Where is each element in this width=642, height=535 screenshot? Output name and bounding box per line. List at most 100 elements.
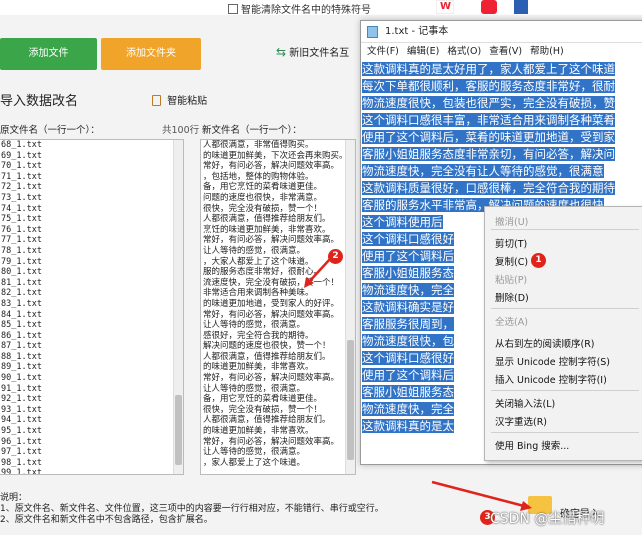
list-item: 的味道更加鲜美，非常喜欢。 [203,426,314,437]
context-menu-item[interactable]: 显示 Unicode 控制字符(S) [495,354,610,368]
top-bar: 智能清除文件名中的特殊符号 W [0,0,642,16]
add-folder-button[interactable]: 添加文件夹 [101,38,201,70]
list-item: 很快，完全没有破损，赞一个！ [203,203,323,214]
list-item: ，家人都爱上了这个味道。 [203,457,306,468]
context-menu-item[interactable]: 全选(A) [495,314,528,328]
list-item: 89_1.txt [1,362,42,373]
context-menu-item[interactable]: 插入 Unicode 控制字符(I) [495,372,607,386]
context-menu: 撤消(U) 剪切(T) 复制(C) 粘贴(P) 删除(D) 全选(A) 从右到左的阅读顺序(… [484,206,642,461]
list-item: 常好，有问必答，解决问题效率高。 [203,309,340,320]
add-file-button[interactable]: 添加文件 [0,38,97,70]
list-item: 98_1.txt [1,457,42,468]
list-item: 问题的速度也很快，非常满意。 [203,192,323,203]
new-filenames-textarea[interactable]: 人都很满意，非常值得购买。 的味道更加鲜美，下次还会再来购买。 常好，有问必答，解决… [200,139,356,475]
list-item: 94_1.txt [1,415,42,426]
menu-separator [491,432,639,433]
list-item: 84_1.txt [1,309,42,320]
context-menu-item[interactable]: 汉字重选(R) [495,414,547,428]
list-item: 68_1.txt [1,140,42,150]
notepad-menu-item[interactable]: 帮助(H) [530,46,564,57]
selected-text: 这款调料质量很好，口感很棒，完全符合我的期待 [362,181,615,195]
list-item: 88_1.txt [1,351,42,362]
list-item: 93_1.txt [1,404,42,415]
list-item: 97_1.txt [1,447,42,458]
list-item: 常好，有问必答，解决问题效率高。 [203,235,340,246]
selected-text: 每次下单都很顺利，客服的服务态度非常好，很耐 [362,79,615,93]
context-menu-item[interactable]: 复制(C) [495,254,528,268]
selected-text: 客服小姐姐服务态 [362,266,454,280]
selected-text: 使用了这个调料后，菜肴的味道更加地道，受到家 [362,130,615,144]
list-item: 常好，有问必答，解决问题效率高。 [203,373,340,384]
list-item: 82_1.txt [1,288,42,299]
wps-icon[interactable]: W [436,0,454,14]
menu-separator [491,229,639,230]
list-item: 让人等待的感觉，很满意。 [203,447,306,458]
context-menu-item[interactable]: 粘贴(P) [495,272,527,286]
list-item: 76_1.txt [1,224,42,235]
selected-text: 这款调料确实是好 [362,300,454,314]
notepad-text-line: 物流速度快，完全没有让人等待的感觉，很满意 [361,163,642,180]
list-item: 73_1.txt [1,192,42,203]
scrollbar-thumb[interactable] [347,340,354,460]
selected-text: 物流速度快，完全没有让人等待的感觉，很满意 [362,164,604,178]
selected-text: 这款调料真的是太 [362,419,454,433]
list-item: 91_1.txt [1,383,42,394]
selected-text: 物流速度快，完全 [362,402,454,416]
list-item: 感很好，完全符合我的期待。 [203,330,314,341]
context-menu-item[interactable]: 删除(D) [495,290,529,304]
original-filenames-textarea[interactable]: 68_1.txt 69_1.txt 70_1.txt 71_1.txt 72_1.txt… [0,139,184,475]
list-item: 90_1.txt [1,373,42,384]
context-menu-item[interactable]: 从右到左的阅读顺序(R) [495,336,595,350]
new-old-swap-button[interactable]: ⇆ 新旧文件名互 [276,44,349,59]
word-icon[interactable] [514,0,528,14]
notepad-menu-item[interactable]: 查看(V) [489,46,522,57]
new-column-header: 新文件名（一行一个）： [202,125,302,136]
context-menu-item[interactable]: 关闭输入法(L) [495,396,555,410]
list-item: 解决问题的速度也很快，赞一个！ [203,341,331,352]
scrollbar[interactable] [345,140,355,474]
list-item: 71_1.txt [1,171,42,182]
notepad-titlebar[interactable]: 1.txt - 记事本 [361,21,642,43]
list-item: 83_1.txt [1,298,42,309]
list-item: 备，用它烹饪的菜肴味道更佳。 [203,182,323,193]
context-menu-item[interactable]: 剪切(T) [495,236,527,250]
notepad-menu-item[interactable]: 文件(F) [367,46,399,57]
list-item: 80_1.txt [1,267,42,278]
selected-text: 客服小姐姐服务态度非常亲切，有问必答，解决问 [362,147,615,161]
list-item: 96_1.txt [1,436,42,447]
list-item: 人都很满意，非常值得购买。 [203,140,314,150]
list-item: 69_1.txt [1,150,42,161]
notepad-menu-item[interactable]: 格式(O) [447,46,481,57]
notepad-text-line: 这款调料真的是太好用了，家人都爱上了这个味道 [361,61,642,78]
context-menu-item[interactable]: 使用 Bing 搜索... [495,438,569,452]
pdf-icon[interactable] [481,0,497,14]
selected-text: 这款调料真的是太好用了，家人都爱上了这个味道 [362,62,615,76]
notepad-text-line: 这个调料口感很丰富，非常适合用来调制各种菜肴 [361,112,642,129]
scrollbar[interactable] [173,140,183,474]
list-item: 的味道更加鲜美，下次还会再来购买。 [203,150,348,161]
list-item: 常好，有问必答，解决问题效率高。 [203,161,340,172]
list-item: 常好，有问必答，解决问题效率高。 [203,436,340,447]
notepad-icon [367,26,378,38]
list-item: 85_1.txt [1,320,42,331]
notepad-text-line: 每次下单都很顺利，客服的服务态度非常好，很耐 [361,78,642,95]
notepad-menu-item[interactable]: 编辑(E) [407,46,439,57]
notepad-text-line: 客服小姐姐服务态度非常亲切，有问必答，解决问 [361,146,642,163]
list-item: 74_1.txt [1,203,42,214]
step-badge-1: 1 [531,253,546,268]
list-item: 79_1.txt [1,256,42,267]
selected-text: 客服小姐姐服务态 [362,385,454,399]
special-chars-option[interactable]: 智能清除文件名中的特殊符号 [228,1,371,16]
list-item: 人都很满意，值得推荐给朋友们。 [203,415,331,426]
context-menu-item[interactable]: 撤消(U) [495,214,528,228]
list-item: ，包括地，整体的购物体验。 [203,171,314,182]
list-item: 人都很满意，值得推荐给朋友们。 [203,351,331,362]
smart-paste-button[interactable]: 智能粘贴 [152,92,207,107]
list-item: 70_1.txt [1,161,42,172]
list-item: 人都很满意，值得推荐给朋友们。 [203,214,331,225]
scrollbar-thumb[interactable] [175,395,182,465]
list-item: 78_1.txt [1,245,42,256]
list-item: 的味道更加地道，受到家人的好评。 [203,298,340,309]
selected-text: 这个调料口感很丰富，非常适合用来调制各种菜肴 [362,113,615,127]
new-lines: 人都很满意，非常值得购买。 的味道更加鲜美，下次还会再来购买。 常好，有问必答，解决… [201,140,355,468]
